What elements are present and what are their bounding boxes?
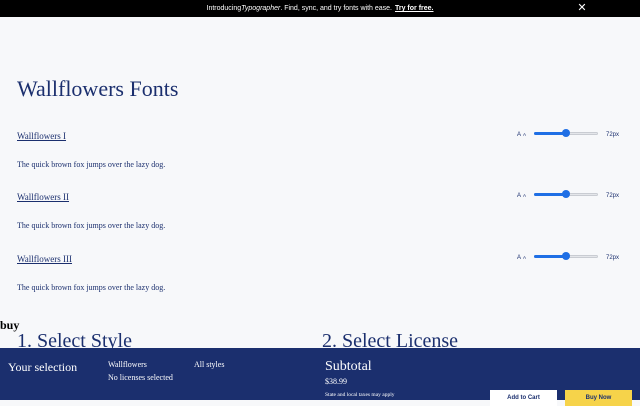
font-size-value: 72px [606,193,620,199]
type-size-large-glyph: A [517,193,522,199]
font-row: Wallflowers II A A 72px The quick brown fox … [0,189,640,252]
banner-product: Typographer [241,5,281,12]
your-selection-heading: Your selection [8,360,78,374]
add-to-cart-button[interactable]: Add to Cart [490,390,557,406]
banner-prefix: Introducing [206,5,242,12]
font-row: Wallflowers III A A 72px The quick brown fox… [0,251,640,314]
font-name-link[interactable]: Wallflowers III [17,254,72,264]
close-icon[interactable]: ✕ [576,2,588,14]
sample-text: The quick brown fox jumps over the lazy … [17,160,166,169]
font-size-slider[interactable] [534,251,598,261]
type-size-large-glyph: A [517,255,522,261]
selection-family: Wallflowers [108,360,147,369]
selection-styles: All styles [194,360,225,369]
type-size-small-glyph: A [523,132,527,137]
page-title: Wallflowers Fonts [17,76,179,101]
type-size-large-glyph: A [517,132,522,138]
banner-suffix: . Find, sync, and try fonts with ease. [280,5,392,12]
slider-thumb[interactable] [562,190,570,198]
font-name-link[interactable]: Wallflowers II [17,192,69,202]
banner-try-free-link[interactable]: Try for free. [395,5,434,12]
type-size-small-glyph: A [523,255,527,260]
slider-thumb[interactable] [562,252,570,260]
type-size-icon: AA [517,255,526,261]
sample-text: The quick brown fox jumps over the lazy … [17,283,166,292]
promo-banner: Introducing Typographer. Find, sync, and… [0,0,640,17]
tax-note: State and local taxes may apply [325,392,395,398]
sample-text: The quick brown fox jumps over the lazy … [17,221,166,230]
subtotal-heading: Subtotal [325,359,372,374]
font-size-slider[interactable] [534,128,598,138]
selection-footer: Your selection Wallflowers No licenses s… [0,348,640,406]
subtotal-price: $38.99 [325,377,347,386]
slider-thumb[interactable] [562,129,570,137]
font-size-value: 72px [606,255,620,261]
font-row: Wallflowers I A A 72px The quick brown fox j… [0,128,640,191]
type-size-icon: AA [517,132,526,138]
type-size-small-glyph: A [523,193,527,198]
font-size-slider[interactable] [534,189,598,199]
type-size-icon: AA [517,193,526,199]
buy-now-button[interactable]: Buy Now [565,390,632,406]
font-size-value: 72px [606,132,620,138]
selection-licenses: No licenses selected [108,373,173,382]
font-name-link[interactable]: Wallflowers I [17,131,66,141]
